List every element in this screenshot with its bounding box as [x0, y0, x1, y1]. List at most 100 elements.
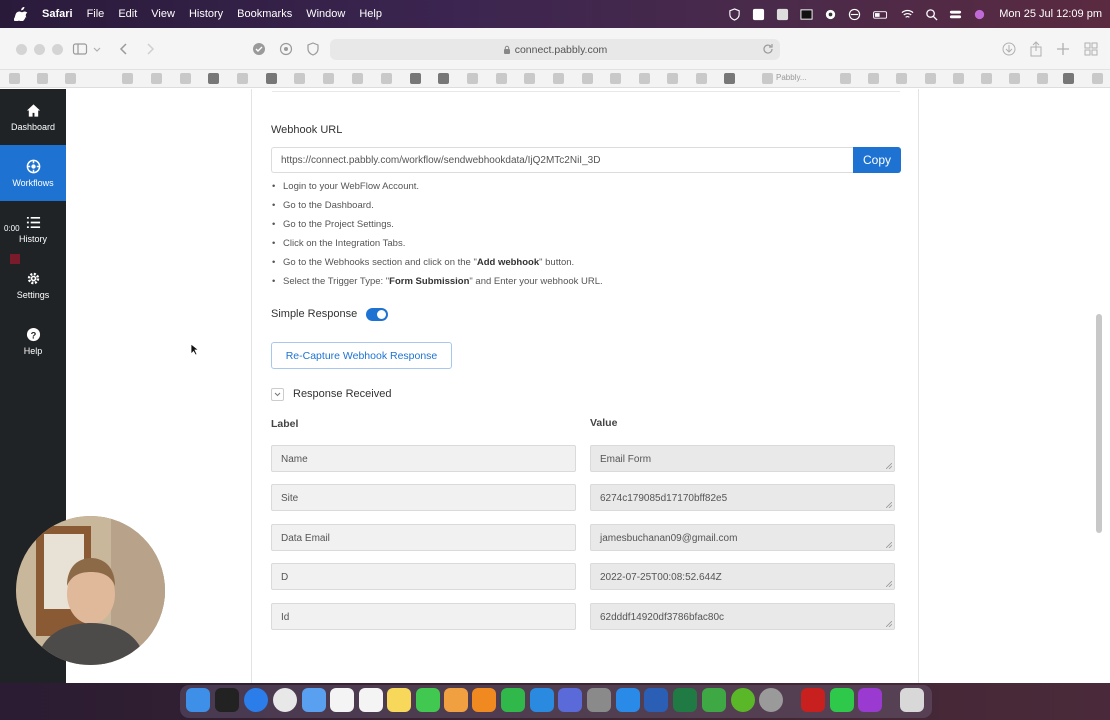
- menu-file[interactable]: File: [87, 8, 105, 20]
- numbers-icon[interactable]: [501, 688, 525, 712]
- value-field-d[interactable]: 2022-07-25T00:08:52.644Z: [590, 563, 895, 590]
- favorite-icon[interactable]: [953, 73, 964, 84]
- battery-icon[interactable]: [872, 8, 890, 21]
- apple-icon[interactable]: [14, 7, 28, 21]
- favorite-icon[interactable]: [1063, 73, 1074, 84]
- app-icon[interactable]: [858, 688, 882, 712]
- messages-icon[interactable]: [416, 688, 440, 712]
- favorite-icon[interactable]: [294, 73, 305, 84]
- photos-icon[interactable]: [444, 688, 468, 712]
- acrobat-icon[interactable]: [801, 688, 825, 712]
- favorite-icon[interactable]: [352, 73, 363, 84]
- label-field-name[interactable]: Name: [271, 445, 576, 472]
- favorite-icon[interactable]: [667, 73, 678, 84]
- pabbly-favorite-icon[interactable]: [762, 73, 773, 84]
- sidebar-item-settings[interactable]: Settings: [0, 257, 66, 313]
- value-field-name[interactable]: Email Form: [590, 445, 895, 472]
- zoom-window-button[interactable]: [52, 44, 63, 55]
- sidebar-item-dashboard[interactable]: Dashboard: [0, 89, 66, 145]
- control-center-icon[interactable]: [949, 8, 962, 21]
- webhook-url-field[interactable]: https://connect.pabbly.com/workflow/send…: [271, 147, 854, 173]
- sidebar-item-workflows[interactable]: Workflows: [0, 145, 66, 201]
- reminders-icon[interactable]: [359, 688, 383, 712]
- favorite-icon[interactable]: [151, 73, 162, 84]
- menu-window[interactable]: Window: [306, 8, 345, 20]
- resize-grip-icon[interactable]: [886, 463, 892, 469]
- forward-icon[interactable]: [142, 41, 158, 57]
- favorite-icon[interactable]: [410, 73, 421, 84]
- favorite-icon[interactable]: [9, 73, 20, 84]
- facetime-icon[interactable]: [830, 688, 854, 712]
- favorite-icon[interactable]: [896, 73, 907, 84]
- gear-status-icon[interactable]: [824, 8, 837, 21]
- star-icon[interactable]: [65, 73, 76, 84]
- favorite-icon[interactable]: [122, 73, 133, 84]
- resize-grip-icon[interactable]: [886, 581, 892, 587]
- minimize-window-button[interactable]: [34, 44, 45, 55]
- do-not-disturb-icon[interactable]: [848, 8, 861, 21]
- simple-response-toggle[interactable]: [366, 308, 388, 321]
- label-field-id[interactable]: Id: [271, 603, 576, 630]
- resize-grip-icon[interactable]: [886, 621, 892, 627]
- copy-button[interactable]: Copy: [853, 147, 901, 173]
- favorite-icon[interactable]: [553, 73, 564, 84]
- favorite-icon[interactable]: [724, 73, 735, 84]
- favorite-icon[interactable]: [237, 73, 248, 84]
- menu-view[interactable]: View: [151, 8, 175, 20]
- favorite-icon[interactable]: [180, 73, 191, 84]
- favorite-icon[interactable]: [868, 73, 879, 84]
- check-shield-icon[interactable]: [251, 41, 267, 57]
- response-collapse-toggle[interactable]: [271, 388, 284, 401]
- favorite-icon[interactable]: [1009, 73, 1020, 84]
- favorite-icon[interactable]: [639, 73, 650, 84]
- label-field-data-email[interactable]: Data Email: [271, 524, 576, 551]
- page-scrollbar[interactable]: [1096, 314, 1102, 533]
- close-window-button[interactable]: [16, 44, 27, 55]
- favorite-icon[interactable]: [1037, 73, 1048, 84]
- menu-history[interactable]: History: [189, 8, 223, 20]
- word-icon[interactable]: [644, 688, 668, 712]
- favorite-icon[interactable]: [208, 73, 219, 84]
- resize-grip-icon[interactable]: [886, 542, 892, 548]
- value-field-id[interactable]: 62dddf14920df3786bfac80c: [590, 603, 895, 630]
- label-field-d[interactable]: D: [271, 563, 576, 590]
- privacy-icon[interactable]: [305, 41, 321, 57]
- favorite-icon[interactable]: [323, 73, 334, 84]
- trash-icon[interactable]: [900, 688, 924, 712]
- app-icon[interactable]: [558, 688, 582, 712]
- menu-help[interactable]: Help: [359, 8, 382, 20]
- value-field-site[interactable]: 6274c179085d17170bff82e5: [590, 484, 895, 511]
- app-icon[interactable]: [215, 688, 239, 712]
- system-preferences-icon[interactable]: [759, 688, 783, 712]
- excel-icon[interactable]: [673, 688, 697, 712]
- safari-icon[interactable]: [244, 688, 268, 712]
- mail-icon[interactable]: [302, 688, 326, 712]
- favorite-icon[interactable]: [840, 73, 851, 84]
- sidebar-item-help[interactable]: ? Help: [0, 313, 66, 369]
- shield-icon[interactable]: [728, 7, 741, 21]
- share-icon[interactable]: [1028, 41, 1044, 57]
- favorite-icon[interactable]: [467, 73, 478, 84]
- new-tab-icon[interactable]: [1055, 41, 1071, 57]
- menu-edit[interactable]: Edit: [118, 8, 137, 20]
- favorite-icon[interactable]: [610, 73, 621, 84]
- favorite-icon[interactable]: [438, 73, 449, 84]
- status-app-icon[interactable]: [752, 8, 765, 21]
- tab-overview-icon[interactable]: [1083, 41, 1099, 57]
- screen-record-icon[interactable]: [800, 8, 813, 21]
- favorite-icon[interactable]: [925, 73, 936, 84]
- reload-icon[interactable]: [762, 43, 774, 55]
- favorite-label[interactable]: Pabbly...: [776, 73, 807, 82]
- calendar-icon[interactable]: [330, 688, 354, 712]
- menu-clock[interactable]: Mon 25 Jul 12:09 pm: [999, 8, 1102, 20]
- label-field-site[interactable]: Site: [271, 484, 576, 511]
- sidebar-toggle-icon[interactable]: [72, 41, 88, 57]
- finder-icon[interactable]: [186, 688, 210, 712]
- app-icon[interactable]: [702, 688, 726, 712]
- value-field-data-email[interactable]: jamesbuchanan09@gmail.com: [590, 524, 895, 551]
- back-icon[interactable]: [116, 41, 132, 57]
- wifi-icon[interactable]: [901, 8, 914, 21]
- keynote-icon[interactable]: [530, 688, 554, 712]
- notes-icon[interactable]: [387, 688, 411, 712]
- favorite-icon[interactable]: [524, 73, 535, 84]
